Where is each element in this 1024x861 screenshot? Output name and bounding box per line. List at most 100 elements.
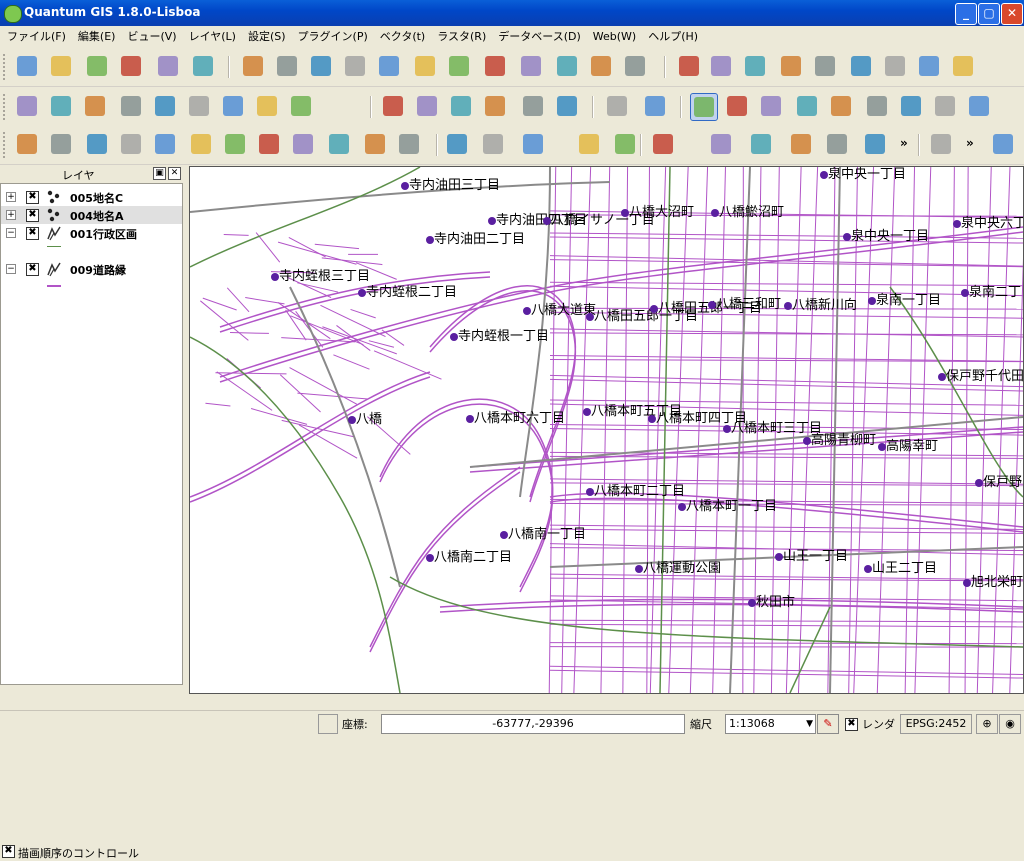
place-point-marker[interactable] [543, 217, 551, 225]
menu-item[interactable]: ベクタ(t) [373, 26, 430, 46]
add-custom-button[interactable] [288, 93, 314, 119]
add-wms-layer-button[interactable] [412, 53, 438, 79]
zoom-to-layer-button[interactable] [898, 93, 924, 119]
place-point-marker[interactable] [426, 236, 434, 244]
zoom-to-selection-button[interactable] [932, 93, 958, 119]
place-point-marker[interactable] [621, 209, 629, 217]
zoom-actual-button[interactable] [828, 93, 854, 119]
tree-expander[interactable]: − [6, 264, 16, 274]
tree-expander[interactable]: + [6, 192, 16, 202]
select-features-button[interactable] [612, 131, 638, 157]
place-point-marker[interactable] [953, 220, 961, 228]
place-point-marker[interactable] [426, 554, 434, 562]
text-annotation-button[interactable] [928, 131, 954, 157]
add-wfs-layer-button[interactable] [482, 53, 508, 79]
place-point-marker[interactable] [523, 307, 531, 315]
menu-item[interactable]: レイヤ(L) [182, 26, 241, 46]
new-bookmark-button[interactable] [824, 131, 850, 157]
remove-layer-button[interactable] [518, 53, 544, 79]
panel-float-button[interactable]: ▣ [153, 167, 166, 180]
messages-icon[interactable]: ◉ [999, 714, 1021, 734]
deselect-all-button[interactable] [650, 131, 676, 157]
menu-item[interactable]: 編集(E) [71, 26, 121, 46]
add-vector-layer-button[interactable] [240, 53, 266, 79]
toolbar-grip[interactable] [3, 132, 9, 158]
simplify-feature-button[interactable] [84, 131, 110, 157]
tree-expander[interactable]: − [6, 228, 16, 238]
undo-button[interactable] [14, 131, 40, 157]
place-point-marker[interactable] [648, 415, 656, 423]
draw-order-checkbox[interactable]: ✖ [2, 845, 15, 858]
menu-item[interactable]: ファイル(F) [0, 26, 71, 46]
add-spatialite-layer-button[interactable] [342, 53, 368, 79]
delete-selected-button[interactable] [848, 53, 874, 79]
layer-visibility-checkbox[interactable]: ✖ [26, 227, 39, 240]
add-vector-tile-button[interactable] [254, 93, 280, 119]
add-part-button[interactable] [152, 131, 178, 157]
pan-map-button[interactable] [690, 93, 718, 121]
menu-item[interactable]: Web(W) [586, 28, 641, 48]
gps-tools-button[interactable] [622, 53, 648, 79]
map-tips-button[interactable] [788, 131, 814, 157]
place-point-marker[interactable] [961, 289, 969, 297]
place-point-marker[interactable] [784, 302, 792, 310]
close-button[interactable]: ✕ [1001, 3, 1023, 25]
new-shapefile-button[interactable] [554, 53, 580, 79]
place-point-marker[interactable] [711, 209, 719, 217]
menu-item[interactable]: ビュー(V) [120, 26, 181, 46]
pan-to-selection-button[interactable] [724, 93, 750, 119]
rotate-diagram-button[interactable] [604, 93, 630, 119]
open-project-button[interactable] [48, 53, 74, 79]
zoom-last-button[interactable] [966, 93, 992, 119]
place-point-marker[interactable] [843, 233, 851, 241]
layer-visibility-checkbox[interactable]: ✖ [26, 263, 39, 276]
new-spatialite-button[interactable] [588, 53, 614, 79]
place-point-marker[interactable] [450, 333, 458, 341]
place-point-marker[interactable] [938, 373, 946, 381]
place-point-marker[interactable] [488, 217, 496, 225]
add-ring-button[interactable] [118, 131, 144, 157]
layer-item[interactable]: +✖005地名C [1, 188, 182, 206]
add-delimited-button[interactable] [152, 93, 178, 119]
toggle-editing-button[interactable] [676, 53, 702, 79]
place-point-marker[interactable] [500, 531, 508, 539]
stop-render-icon[interactable]: ✎ [817, 714, 839, 734]
zoom-in-button[interactable] [758, 93, 784, 119]
menu-item[interactable]: プラグイン(P) [291, 26, 373, 46]
menu-item[interactable]: ラスタ(R) [430, 26, 491, 46]
delete-ring-button[interactable] [222, 131, 248, 157]
remove-all-button[interactable] [82, 93, 108, 119]
add-csv-layer-button[interactable] [14, 93, 40, 119]
draw-order-control[interactable]: ✖ 描画順序のコントロール [0, 841, 186, 859]
add-raster-layer-button[interactable] [274, 53, 300, 79]
plugin-run-button[interactable] [990, 131, 1016, 157]
node-tool-button[interactable] [812, 53, 838, 79]
place-point-marker[interactable] [348, 416, 356, 424]
toolbar-overflow-button[interactable]: » [966, 136, 974, 150]
layer-item[interactable]: −✖001行政区画 [1, 224, 182, 242]
show-hide-label-button[interactable] [520, 93, 546, 119]
layer-item[interactable]: +✖004地名A [1, 206, 182, 224]
toolbar-overflow-button[interactable]: » [900, 136, 908, 150]
redo-button[interactable] [48, 131, 74, 157]
rotate-point-symbols-button[interactable] [480, 131, 506, 157]
place-point-marker[interactable] [775, 553, 783, 561]
save-as-button[interactable] [118, 53, 144, 79]
minimize-button[interactable]: _ [955, 3, 977, 25]
rotate-label-button[interactable] [448, 93, 474, 119]
merge-attributes-button[interactable] [444, 131, 470, 157]
panel-close-button[interactable]: ✕ [168, 167, 181, 180]
place-point-marker[interactable] [868, 297, 876, 305]
zoom-out-button[interactable] [794, 93, 820, 119]
add-mssql-layer-button[interactable] [376, 53, 402, 79]
add-raster-tile-button[interactable] [220, 93, 246, 119]
change-label-button[interactable] [482, 93, 508, 119]
add-postgis-layer-button[interactable] [308, 53, 334, 79]
show-bookmarks-button[interactable] [862, 131, 888, 157]
toolbar-grip[interactable] [3, 54, 9, 80]
label-tool-button[interactable] [380, 93, 406, 119]
move-diagram-button[interactable] [554, 93, 580, 119]
layer-visibility-checkbox[interactable]: ✖ [26, 209, 39, 222]
place-point-marker[interactable] [975, 479, 983, 487]
place-point-marker[interactable] [586, 488, 594, 496]
